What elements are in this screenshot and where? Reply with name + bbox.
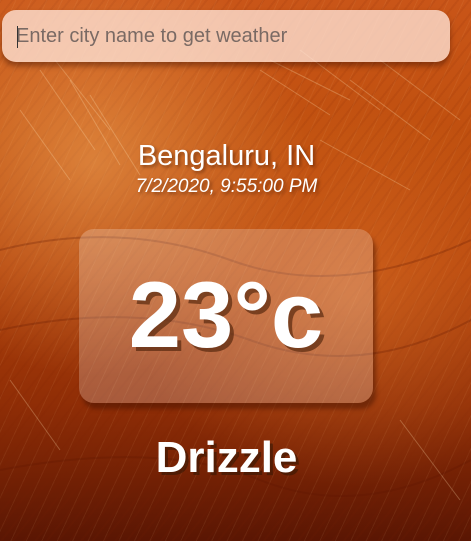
temperature-card: 23°c [79, 229, 373, 403]
city-search-bar[interactable] [2, 10, 450, 62]
location-name: Bengaluru, IN [137, 140, 316, 172]
temperature-value: 23°c [128, 262, 324, 367]
city-search-input[interactable] [2, 10, 450, 62]
location-datetime: 7/2/2020, 9:55:00 PM [135, 176, 318, 197]
weather-condition: Drizzle [155, 433, 298, 482]
text-cursor [17, 26, 18, 48]
